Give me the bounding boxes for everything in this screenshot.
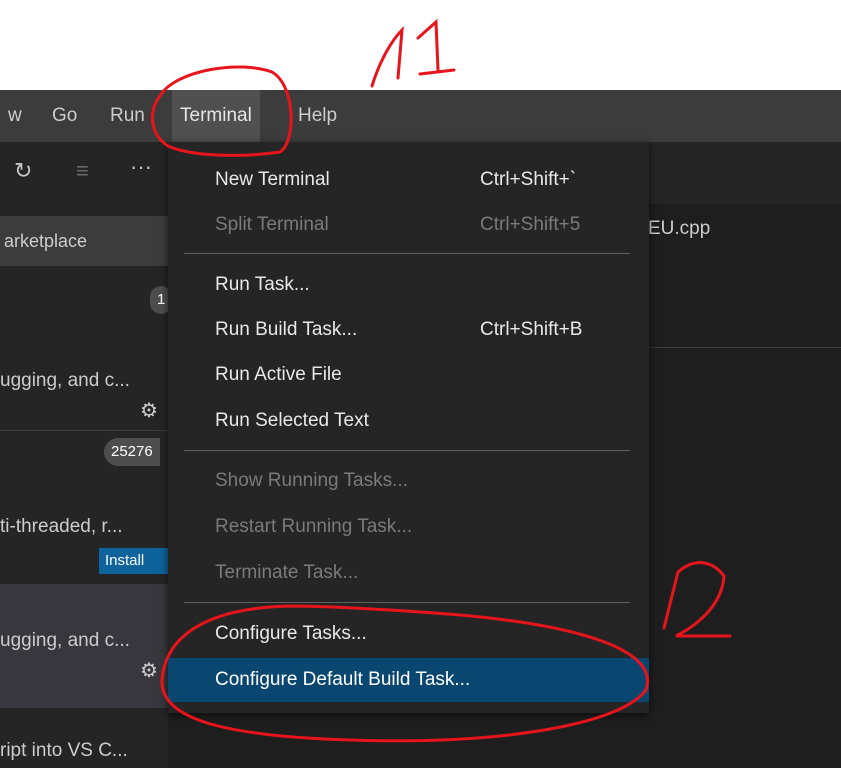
divider — [0, 430, 168, 431]
extension-description: ugging, and c... — [0, 630, 130, 651]
extension-description: ript into VS C... — [0, 740, 128, 761]
gear-icon[interactable]: ⚙ — [140, 398, 158, 423]
menu-item-split-terminal[interactable]: Split Terminal Ctrl+Shift+5 — [168, 203, 649, 247]
gear-icon[interactable]: ⚙ — [140, 658, 158, 683]
menu-separator — [184, 602, 630, 603]
extension-description: ti-threaded, r... — [0, 516, 123, 537]
menu-go[interactable]: Go — [44, 90, 85, 142]
terminal-menu: New Terminal Ctrl+Shift+` Split Terminal… — [168, 142, 649, 713]
menu-terminal[interactable]: Terminal — [172, 90, 260, 142]
menu-item-label: Run Task... — [215, 274, 310, 295]
menu-bar: w Go Run Terminal Help — [0, 90, 841, 142]
menu-item-label: Split Terminal — [215, 214, 329, 235]
menu-help[interactable]: Help — [290, 90, 345, 142]
menu-separator — [184, 450, 630, 451]
install-count-badge: 1 — [150, 286, 168, 314]
refresh-icon[interactable]: ↻ — [14, 158, 32, 184]
menu-separator — [184, 253, 630, 254]
extension-description: ugging, and c... — [0, 370, 130, 391]
extensions-search-input[interactable]: arketplace — [0, 216, 168, 266]
install-button[interactable]: Install — [99, 548, 168, 574]
selected-extension-row[interactable]: ugging, and c... ⚙ — [0, 584, 168, 708]
menu-item-label: Run Active File — [215, 364, 342, 385]
menu-item-configure-default-build-task[interactable]: Configure Default Build Task... — [168, 658, 649, 702]
install-count-badge: 25276 — [104, 438, 160, 466]
menu-item-shortcut: Ctrl+Shift+B — [480, 319, 583, 340]
editor-tab[interactable]: EU.cpp — [648, 204, 710, 254]
menu-item-label: Show Running Tasks... — [215, 470, 408, 491]
menu-item-new-terminal[interactable]: New Terminal Ctrl+Shift+` — [168, 158, 649, 202]
menu-item-run-active-file[interactable]: Run Active File — [168, 353, 649, 397]
menu-item-run-task[interactable]: Run Task... — [168, 263, 649, 307]
menu-item-run-build-task[interactable]: Run Build Task... Ctrl+Shift+B — [168, 308, 649, 352]
menu-item-shortcut: Ctrl+Shift+` — [480, 169, 577, 190]
divider — [648, 347, 841, 348]
menu-item-label: Restart Running Task... — [215, 516, 413, 537]
menu-item-label: New Terminal — [215, 169, 330, 190]
menu-item-label: Configure Default Build Task... — [215, 669, 471, 690]
menu-item-run-selected-text[interactable]: Run Selected Text — [168, 399, 649, 443]
menu-item-label: Run Build Task... — [215, 319, 358, 340]
extensions-sidebar: ↻ ≡ ··· arketplace 1 ugging, and c... ⚙ … — [0, 142, 168, 768]
menu-item-terminate-task[interactable]: Terminate Task... — [168, 551, 649, 595]
menu-view[interactable]: w — [0, 90, 30, 142]
sidebar-toolbar: ↻ ≡ ··· — [0, 142, 168, 208]
menu-item-restart-running-task[interactable]: Restart Running Task... — [168, 505, 649, 549]
screenshot-top-margin — [0, 0, 841, 90]
menu-item-configure-tasks[interactable]: Configure Tasks... — [168, 612, 649, 656]
menu-item-show-running-tasks[interactable]: Show Running Tasks... — [168, 459, 649, 503]
menu-run[interactable]: Run — [102, 90, 153, 142]
clear-results-icon[interactable]: ≡ — [76, 158, 89, 184]
menu-item-label: Configure Tasks... — [215, 623, 367, 644]
menu-item-shortcut: Ctrl+Shift+5 — [480, 214, 581, 235]
more-actions-icon[interactable]: ··· — [130, 154, 152, 180]
menu-item-label: Run Selected Text — [215, 410, 369, 431]
menu-item-label: Terminate Task... — [215, 562, 359, 583]
